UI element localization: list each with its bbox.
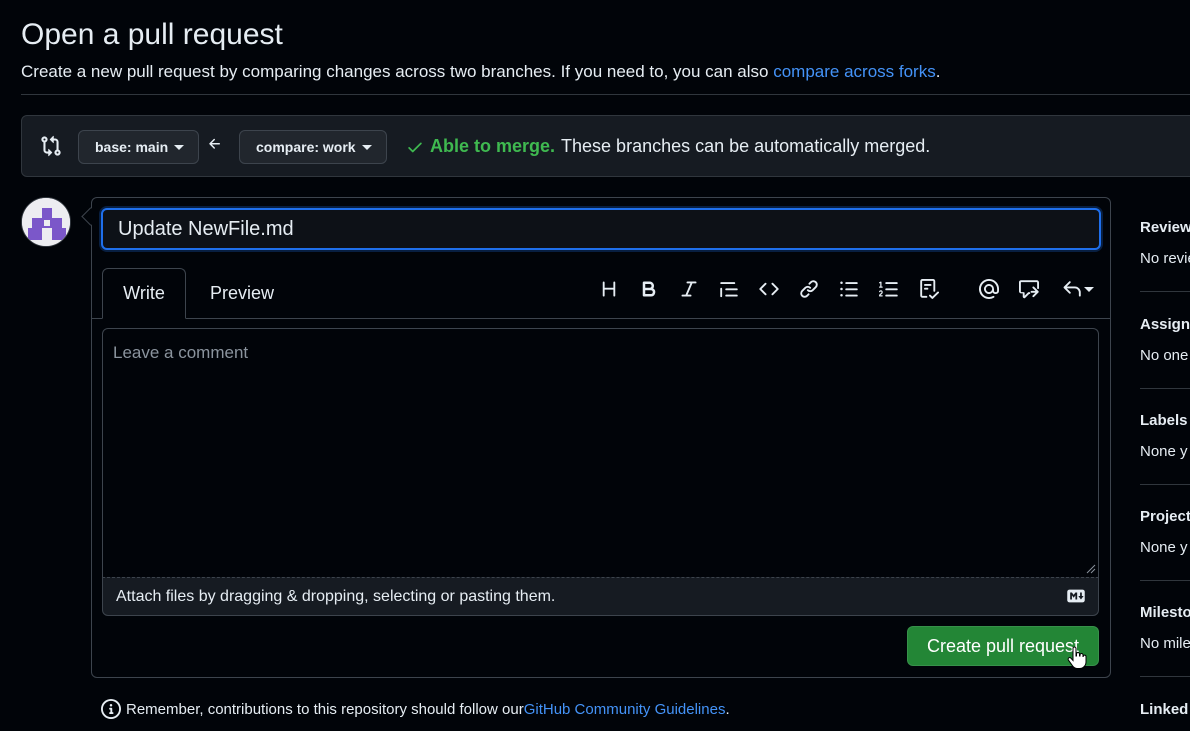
- merge-desc-text: These branches can be automatically merg…: [561, 136, 931, 156]
- sidebar-divider: [1140, 291, 1190, 292]
- sidebar-divider: [1140, 484, 1190, 485]
- sidebar-value: No revie: [1140, 250, 1190, 267]
- code-icon[interactable]: [756, 276, 782, 302]
- compare-branch-label: compare: work: [256, 139, 356, 155]
- sidebar-reviewers[interactable]: Reviewe No revie: [1140, 219, 1190, 267]
- tab-write[interactable]: Write: [102, 268, 186, 319]
- merge-ok-text: Able to merge.: [430, 136, 556, 156]
- community-guidelines-link[interactable]: GitHub Community Guidelines: [524, 701, 726, 718]
- sidebar-heading: Projects: [1140, 508, 1190, 525]
- header-divider: [21, 94, 1190, 95]
- chevron-down-icon: [361, 144, 372, 150]
- note-suffix: .: [725, 700, 730, 718]
- tab-preview[interactable]: Preview: [200, 268, 284, 318]
- arrow-left-icon: [207, 136, 223, 157]
- markdown-icon[interactable]: [1066, 589, 1086, 603]
- compare-bar: base: main compare: work Able to merge. …: [21, 115, 1190, 177]
- sidebar-labels[interactable]: Labels None y: [1140, 412, 1190, 460]
- sidebar-value: None y: [1140, 539, 1188, 556]
- git-compare-icon: [41, 135, 61, 157]
- chevron-down-icon: [1084, 286, 1094, 292]
- bold-icon[interactable]: [636, 276, 662, 302]
- unordered-list-icon[interactable]: [836, 276, 862, 302]
- sidebar-heading: Linked: [1140, 701, 1189, 718]
- resize-grip-icon[interactable]: [1086, 564, 1096, 574]
- avatar[interactable]: [21, 197, 71, 247]
- sidebar-divider: [1140, 580, 1190, 581]
- page-subtitle: Create a new pull request by comparing c…: [21, 62, 940, 82]
- note-text: Remember, contributions to this reposito…: [126, 700, 524, 718]
- attach-files-bar[interactable]: Attach files by dragging & dropping, sel…: [102, 577, 1099, 616]
- sidebar-value: No one: [1140, 347, 1189, 364]
- sidebar-heading: Reviewe: [1140, 219, 1190, 236]
- sidebar-milestone[interactable]: Milesto No mile: [1140, 604, 1190, 652]
- heading-icon[interactable]: [596, 276, 622, 302]
- comment-textarea[interactable]: [102, 328, 1099, 578]
- subtitle-suffix: .: [935, 62, 941, 81]
- quote-icon[interactable]: [716, 276, 742, 302]
- task-list-icon[interactable]: [916, 276, 942, 302]
- compare-across-forks-link[interactable]: compare across forks: [773, 62, 936, 81]
- sidebar-value: No mile: [1140, 635, 1190, 652]
- contribution-note: Remember, contributions to this reposito…: [101, 699, 730, 719]
- sidebar-divider: [1140, 388, 1190, 389]
- identicon-icon: [22, 198, 70, 246]
- attach-files-text: Attach files by dragging & dropping, sel…: [116, 587, 556, 605]
- pr-title-input[interactable]: [101, 208, 1101, 250]
- base-branch-label: base: main: [95, 139, 169, 155]
- hand-cursor-icon: [1067, 646, 1087, 669]
- sidebar-projects[interactable]: Projects None y: [1140, 508, 1190, 556]
- italic-icon[interactable]: [676, 276, 702, 302]
- sidebar-value: None y: [1140, 443, 1188, 460]
- sidebar-heading: Milesto: [1140, 604, 1190, 621]
- reply-icon[interactable]: [1058, 276, 1098, 302]
- link-icon[interactable]: [796, 276, 822, 302]
- info-icon: [101, 699, 121, 719]
- sidebar-linked-issues[interactable]: Linked: [1140, 701, 1190, 718]
- sidebar-heading: Labels: [1140, 412, 1188, 429]
- subtitle-text: Create a new pull request by comparing c…: [21, 62, 774, 81]
- reference-icon[interactable]: [1016, 276, 1042, 302]
- page-title: Open a pull request: [21, 18, 283, 51]
- check-icon: [408, 142, 422, 152]
- sidebar-heading: Assigne: [1140, 316, 1190, 333]
- sidebar-divider: [1140, 676, 1190, 677]
- sidebar-assignees[interactable]: Assigne No one: [1140, 316, 1190, 364]
- base-branch-dropdown[interactable]: base: main: [78, 130, 200, 164]
- chevron-down-icon: [174, 144, 185, 150]
- mention-icon[interactable]: [976, 276, 1002, 302]
- merge-status: Able to merge. These branches can be aut…: [406, 136, 930, 157]
- compare-branch-dropdown[interactable]: compare: work: [239, 130, 387, 164]
- ordered-list-icon[interactable]: [876, 276, 902, 302]
